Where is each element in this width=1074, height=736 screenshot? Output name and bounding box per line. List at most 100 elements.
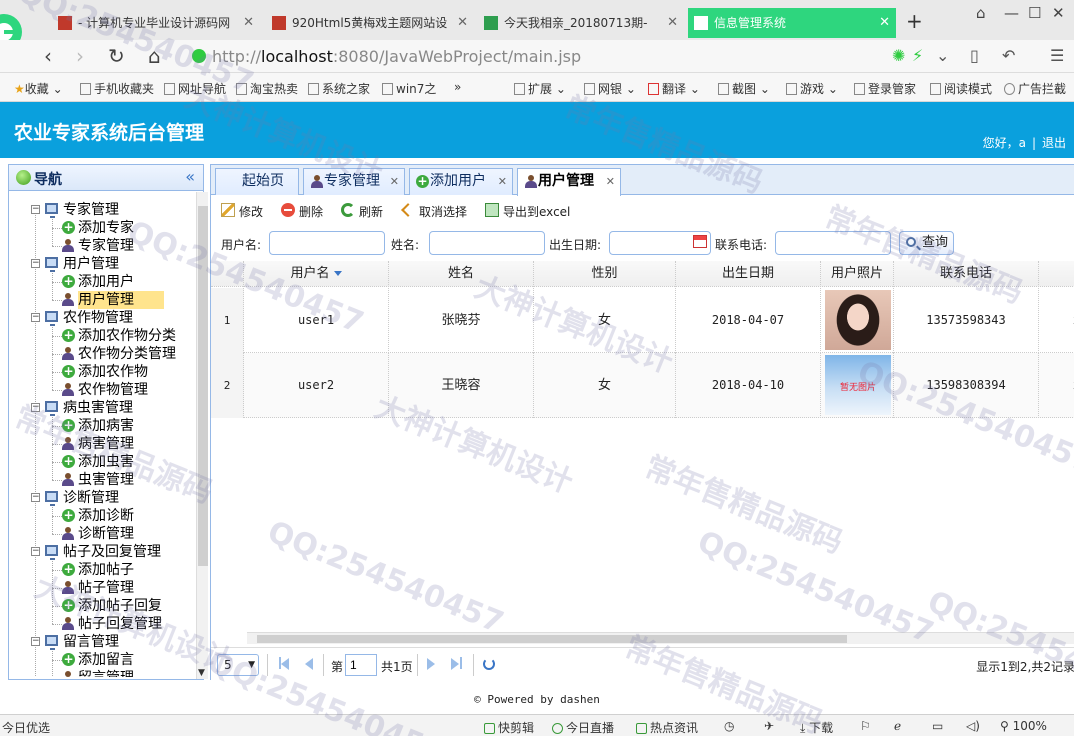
username-input[interactable] [269, 231, 385, 255]
table-row[interactable]: 1user1张晓芬女2018-04-07 13573598343xi [211, 288, 1074, 353]
query-button[interactable]: 查询 [899, 231, 955, 255]
logout-link[interactable]: 退出 [1042, 136, 1066, 150]
bookmark-item[interactable]: win7之 [382, 80, 436, 97]
first-page-button[interactable] [281, 658, 289, 670]
zoom-control[interactable]: ⚲ 100% [1000, 719, 1047, 733]
page-number-input[interactable] [345, 654, 377, 676]
tab-add-user[interactable]: + 添加用户 ✕ [409, 168, 513, 195]
browser-tab-3[interactable]: 今天我相亲_20180713期- ✕ [478, 8, 684, 38]
tree-item[interactable]: 农作物分类管理 [17, 345, 187, 363]
bookmark-item[interactable]: 登录管家 [854, 80, 916, 97]
tree-group[interactable]: − 帖子及回复管理 [17, 543, 187, 561]
window-close-icon[interactable]: ✕ [1052, 4, 1065, 22]
tree-item[interactable]: + 添加病害 [17, 417, 187, 435]
home-icon[interactable]: ⌂ [148, 44, 161, 68]
column-phone[interactable]: 联系电话 [894, 261, 1039, 287]
volume-icon[interactable]: ◁) [966, 719, 980, 733]
tree-item[interactable]: + 添加帖子回复 [17, 597, 187, 615]
bookmark-item[interactable]: ★收藏 ⌄ [14, 80, 63, 97]
last-page-button[interactable] [451, 658, 459, 670]
minimize-icon[interactable]: — [1004, 4, 1019, 22]
name-input[interactable] [429, 231, 545, 255]
scrollbar-thumb[interactable] [257, 635, 847, 643]
bookmark-item[interactable]: 截图 ⌄ [718, 80, 770, 97]
bookmark-item[interactable]: 系统之家 [308, 80, 370, 97]
tree-item[interactable]: 帖子管理 [17, 579, 187, 597]
flag-icon[interactable]: ⚐ [860, 719, 871, 733]
bookmark-item[interactable]: 淘宝热卖 [236, 80, 298, 97]
maximize-icon[interactable]: ☐ [1028, 4, 1041, 22]
ie-icon[interactable]: ℯ [894, 719, 901, 733]
reload-icon[interactable]: ↻ [108, 44, 125, 68]
clock-icon[interactable]: ◷ [724, 719, 734, 733]
table-row[interactable]: 2user2王晓容女2018-04-10 暂无图片 13598308394xi [211, 353, 1074, 418]
tree-group[interactable]: − 农作物管理 [17, 309, 187, 327]
tab-expert-management[interactable]: 专家管理 ✕ [303, 168, 405, 195]
unselect-button[interactable]: 取消选择 [401, 203, 467, 220]
collapse-toggle-icon[interactable]: − [31, 313, 40, 322]
tree-item[interactable]: + 添加农作物分类 [17, 327, 187, 345]
collapse-toggle-icon[interactable]: − [31, 547, 40, 556]
more-bookmarks-button[interactable]: » [454, 80, 461, 94]
back-icon[interactable]: ‹ [44, 44, 52, 68]
tree-item[interactable]: 虫害管理 [17, 471, 187, 489]
browser-tab-2[interactable]: 920Html5黄梅戏主题网站设 ✕ [266, 8, 474, 38]
prev-page-button[interactable] [305, 658, 313, 670]
close-icon[interactable]: ✕ [457, 8, 468, 38]
column-name[interactable]: 姓名 [389, 261, 534, 287]
bookmark-item[interactable]: 阅读模式 [930, 80, 992, 97]
pin-icon[interactable]: ✈ [764, 719, 774, 733]
forward-icon[interactable]: › [76, 44, 84, 68]
close-icon[interactable]: ✕ [390, 169, 399, 194]
skin-icon[interactable]: ⌂ [976, 4, 986, 22]
horizontal-scrollbar[interactable] [247, 632, 1074, 644]
tree-item[interactable]: + 添加虫害 [17, 453, 187, 471]
tree-item[interactable]: + 添加用户 [17, 273, 187, 291]
quick-edit-button[interactable]: 快剪辑 [484, 719, 534, 736]
phone-icon[interactable]: ▯ [970, 46, 979, 65]
collapse-toggle-icon[interactable]: − [31, 493, 40, 502]
column-birth-date[interactable]: 出生日期 [676, 261, 821, 287]
column-photo[interactable]: 用户照片 [821, 261, 894, 287]
scrollbar-thumb[interactable] [198, 206, 208, 566]
tree-group[interactable]: − 用户管理 [17, 255, 187, 273]
tree-item[interactable]: 诊断管理 [17, 525, 187, 543]
calendar-icon[interactable] [693, 235, 707, 248]
new-tab-icon[interactable]: + [906, 8, 923, 34]
tree-item[interactable]: + 添加留言 [17, 651, 187, 669]
hot-news-button[interactable]: 热点资讯 [636, 719, 698, 736]
refresh-icon[interactable] [483, 658, 495, 670]
today-pick-link[interactable]: 今日优选 [2, 719, 50, 736]
bookmark-item[interactable]: 扩展 ⌄ [514, 80, 566, 97]
bookmark-item[interactable]: 网址导航 [164, 80, 226, 97]
delete-button[interactable]: 删除 [281, 203, 323, 220]
collapse-toggle-icon[interactable]: − [31, 205, 40, 214]
tree-item[interactable]: 农作物管理 [17, 381, 187, 399]
tree-item[interactable]: 留言管理 [17, 669, 187, 677]
column-gender[interactable]: 性别 [534, 261, 676, 287]
browser-tab-1[interactable]: - 计算机专业毕业设计源码网 ✕ [52, 8, 260, 38]
download-button[interactable]: ⤓ 下载 [800, 719, 833, 736]
collapse-button[interactable]: « [185, 167, 195, 186]
close-icon[interactable]: ✕ [667, 8, 678, 38]
tree-item[interactable]: 帖子回复管理 [17, 615, 187, 633]
tree-item[interactable]: 用户管理 [17, 291, 187, 309]
lightning-icon[interactable]: ⚡ [912, 46, 923, 65]
bookmark-item[interactable]: 游戏 ⌄ [786, 80, 838, 97]
close-icon[interactable]: ✕ [606, 169, 615, 194]
collapse-toggle-icon[interactable]: − [31, 637, 40, 646]
phone-input[interactable] [775, 231, 891, 255]
tab-home[interactable]: 起始页 [215, 168, 299, 195]
window-icon[interactable]: ▭ [932, 719, 943, 733]
menu-icon[interactable]: ☰ [1050, 46, 1064, 65]
column-extra[interactable] [1039, 261, 1074, 287]
live-button[interactable]: 今日直播 [552, 719, 614, 736]
vertical-scrollbar[interactable]: ▼ [196, 192, 208, 679]
url-input[interactable]: http://localhost:8080/JavaWebProject/mai… [184, 44, 924, 69]
tree-item[interactable]: 病害管理 [17, 435, 187, 453]
bookmark-item[interactable]: 网银 ⌄ [584, 80, 636, 97]
page-size-select[interactable]: 5 ▼ [217, 654, 259, 676]
refresh-button[interactable]: 刷新 [341, 203, 383, 220]
tree-group[interactable]: − 病虫害管理 [17, 399, 187, 417]
export-excel-button[interactable]: 导出到excel [485, 203, 570, 220]
